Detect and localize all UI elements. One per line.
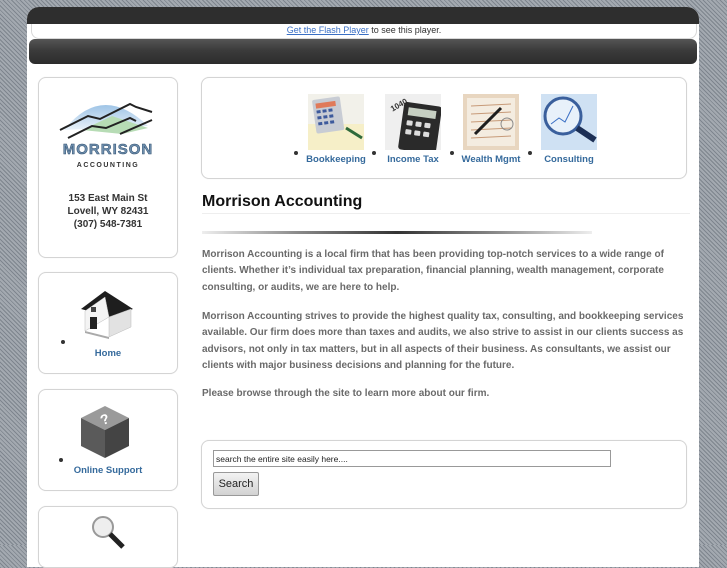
sidebar-item-search[interactable] [38, 506, 178, 568]
magnifier-icon [92, 516, 125, 549]
navigation-bar [29, 39, 697, 64]
house-icon [81, 291, 133, 339]
morrison-accounting-logo[interactable]: MORRISON ACCOUNTING [52, 90, 164, 172]
logo-subtitle: ACCOUNTING [77, 162, 139, 169]
search-button[interactable]: Search [213, 472, 259, 496]
address-street: 153 East Main St [68, 193, 148, 204]
search-input[interactable] [213, 450, 611, 467]
title-divider [202, 213, 690, 214]
gradient-divider [202, 231, 592, 234]
service-label[interactable]: Consulting [529, 154, 609, 165]
service-income-tax[interactable]: 1040 Income Tax [373, 94, 453, 165]
sidebar-item-online-support[interactable]: ? Online Support [38, 389, 178, 491]
browse-paragraph: Please browse through the site to learn … [202, 388, 490, 399]
service-label[interactable]: Bookkeeping [296, 154, 376, 165]
calculator-photo-icon [308, 94, 364, 150]
page-title: Morrison Accounting [202, 193, 363, 210]
sidebar-label-home[interactable]: Home [39, 348, 177, 359]
magnifying-glass-chart-photo-icon [541, 94, 597, 150]
address-city: Lovell, WY 82431 [67, 206, 149, 217]
list-bullet [59, 458, 63, 462]
logo-address-box: MORRISON ACCOUNTING 153 East Main St Lov… [38, 77, 178, 258]
service-wealth-mgmt[interactable]: Wealth Mgmt [451, 94, 531, 165]
tax-form-calculator-photo-icon: 1040 [385, 94, 441, 150]
service-consulting[interactable]: Consulting [529, 94, 609, 165]
services-box: Bookkeeping 1040 Income Tax Wealth Mgmt … [201, 77, 687, 179]
flash-player-notice: Get the Flash Player to see this player. [31, 24, 697, 39]
sidebar-item-home[interactable]: Home [38, 272, 178, 374]
service-bookkeeping[interactable]: Bookkeeping [296, 94, 376, 165]
intro-paragraph: Morrison Accounting is a local firm that… [202, 249, 664, 293]
help-cube-icon: ? [81, 406, 129, 458]
logo-name: MORRISON [63, 141, 154, 158]
service-label[interactable]: Income Tax [373, 154, 453, 165]
flash-notice-text: to see this player. [368, 25, 442, 35]
sidebar-label-online-support[interactable]: Online Support [39, 465, 177, 476]
mission-paragraph: Morrison Accounting strives to provide t… [202, 311, 684, 371]
search-panel: Search [201, 440, 687, 509]
address-phone: (307) 548-7381 [73, 219, 143, 230]
service-label[interactable]: Wealth Mgmt [451, 154, 531, 165]
financial-report-pen-photo-icon [463, 94, 519, 150]
get-flash-player-link[interactable]: Get the Flash Player [287, 25, 369, 35]
address-block: 153 East Main St Lovell, WY 82431 (307) … [39, 192, 177, 231]
list-bullet [61, 340, 65, 344]
top-header-bar [27, 7, 699, 24]
